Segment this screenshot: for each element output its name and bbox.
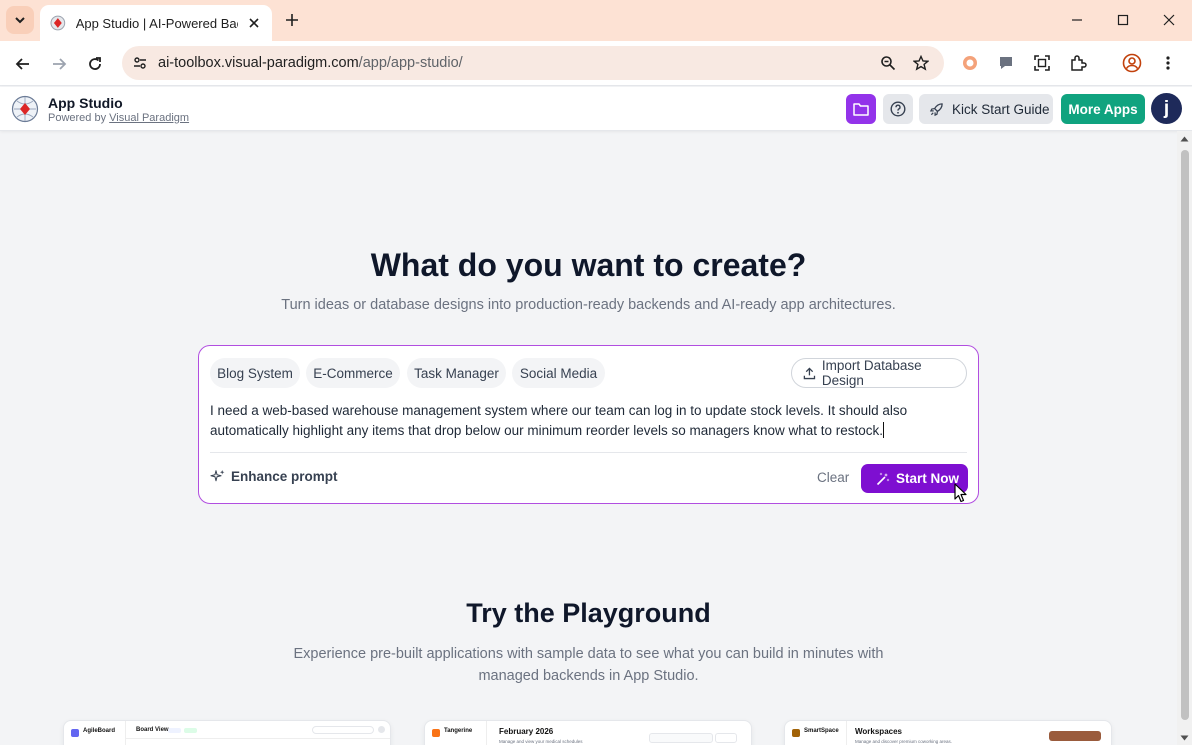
minimize-window-button[interactable] (1062, 8, 1092, 32)
preview-logo (792, 729, 800, 737)
preview-avatar (378, 726, 385, 733)
reload-icon (89, 57, 101, 70)
preview-divider (126, 738, 390, 739)
scrollbar-thumb[interactable] (1181, 150, 1189, 720)
close-tab-icon[interactable] (244, 13, 264, 33)
preview-view-switcher (649, 733, 713, 743)
powered-by: Powered by Visual Paradigm (48, 112, 189, 124)
preview-heading: Workspaces (855, 727, 902, 736)
playground-title: Try the Playground (466, 598, 711, 628)
arrow-right-icon (53, 58, 67, 70)
start-now-label: Start Now (896, 471, 960, 486)
chip-social-media[interactable]: Social Media (512, 358, 605, 388)
tab-search-button[interactable] (6, 6, 34, 34)
start-now-button[interactable]: Start Now (861, 464, 968, 493)
user-avatar[interactable]: j (1151, 93, 1182, 124)
app-studio-favicon-icon (50, 15, 66, 31)
prompt-divider (210, 452, 967, 453)
help-circle-icon (890, 101, 906, 117)
chip-e-commerce[interactable]: E-Commerce (306, 358, 400, 388)
upload-icon (803, 367, 816, 379)
preview-card-agileboard[interactable]: AgileBoard Board View (63, 720, 391, 745)
back-button[interactable] (9, 50, 37, 78)
rocket-icon (929, 102, 943, 116)
reload-button[interactable] (81, 50, 109, 78)
extension-chat-icon[interactable] (996, 53, 1016, 73)
preview-heading: Board View (136, 727, 169, 733)
more-apps-button[interactable]: More Apps (1061, 94, 1145, 124)
projects-folder-button[interactable] (846, 94, 876, 124)
scroll-down-arrow-icon[interactable] (1179, 733, 1190, 743)
preview-subheading: Manage and discover premium coworking ar… (855, 739, 953, 744)
text-caret (883, 422, 885, 438)
preview-app-name: Tangerine (444, 728, 473, 734)
preview-today-button (715, 733, 737, 743)
preview-search-box (312, 726, 374, 734)
preview-card-smartspace[interactable]: SmartSpace Workspaces Manage and discove… (784, 720, 1112, 745)
folder-icon (853, 103, 869, 116)
magic-wand-icon (876, 472, 890, 485)
preview-heading: February 2026 (499, 727, 554, 736)
profile-icon[interactable] (1122, 53, 1142, 73)
preview-action-button (1049, 731, 1101, 741)
import-label: Import Database Design (821, 358, 922, 388)
import-database-design-button[interactable]: Import Database Design (791, 358, 967, 388)
site-info-icon[interactable] (130, 53, 150, 73)
url-host: ai-toolbox.visual-paradigm.com (158, 55, 359, 71)
new-tab-button[interactable] (280, 8, 304, 32)
zoom-icon[interactable] (878, 53, 898, 73)
close-icon (1163, 14, 1175, 26)
chip-blog-system[interactable]: Blog System (210, 358, 300, 388)
preview-logo (71, 729, 79, 737)
clear-button[interactable]: Clear (817, 470, 849, 485)
url-text: ai-toolbox.visual-paradigm.com/app/app-s… (158, 55, 463, 71)
bookmark-star-icon[interactable] (911, 53, 931, 73)
help-button[interactable] (883, 94, 913, 124)
screenshot-icon[interactable] (1032, 53, 1052, 73)
forward-button[interactable] (45, 50, 73, 78)
extension-record-icon[interactable] (960, 53, 980, 73)
browser-toolbar: ai-toolbox.visual-paradigm.com/app/app-s… (0, 41, 1192, 86)
url-path: /app/app-studio/ (358, 55, 463, 71)
enhance-label: Enhance prompt (231, 469, 338, 484)
visual-paradigm-logo-icon[interactable] (11, 95, 39, 123)
minimize-icon (1072, 19, 1082, 21)
maximize-icon (1117, 14, 1129, 26)
plus-icon (286, 14, 298, 26)
prompt-card: Blog System E-Commerce Task Manager Soci… (198, 345, 979, 504)
hero-title: What do you want to create? (370, 247, 807, 283)
app-header: App Studio Powered by Visual Paradigm Ki… (0, 87, 1192, 131)
chip-task-manager[interactable]: Task Manager (407, 358, 506, 388)
close-window-button[interactable] (1154, 8, 1184, 32)
browser-tab-strip: App Studio | AI-Powered Backend (0, 0, 1192, 41)
scroll-up-arrow-icon[interactable] (1179, 134, 1190, 144)
preview-logo (432, 729, 440, 737)
chevron-down-icon (15, 17, 25, 24)
enhance-prompt-button[interactable]: Enhance prompt (210, 469, 338, 484)
extensions-puzzle-icon[interactable] (1068, 53, 1088, 73)
playground-subtitle: Experience pre-built applications with s… (293, 646, 884, 684)
address-bar[interactable]: ai-toolbox.visual-paradigm.com/app/app-s… (122, 46, 944, 80)
hero-subtitle: Turn ideas or database designs into prod… (281, 297, 896, 313)
preview-app-name: AgileBoard (83, 728, 116, 734)
preview-badge (168, 728, 181, 733)
preview-subheading: Manage and view your medical schedules (499, 739, 583, 744)
kick-start-label: Kick Start Guide (952, 101, 1050, 117)
visual-paradigm-link[interactable]: Visual Paradigm (109, 112, 189, 124)
preview-badge (184, 728, 197, 733)
prompt-text: I need a web-based warehouse management … (210, 403, 908, 438)
app-name: App Studio (48, 95, 123, 111)
prompt-textarea[interactable]: I need a web-based warehouse management … (210, 401, 940, 441)
sparkles-icon (210, 469, 225, 482)
preview-app-name: SmartSpace (804, 728, 839, 734)
mouse-cursor-icon (954, 483, 967, 503)
tab-title: App Studio | AI-Powered Backend (75, 15, 239, 31)
powered-by-prefix: Powered by (48, 112, 107, 124)
preview-card-tangerine[interactable]: Tangerine February 2026 Manage and view … (424, 720, 752, 745)
maximize-window-button[interactable] (1108, 8, 1138, 32)
kick-start-guide-button[interactable]: Kick Start Guide (919, 94, 1053, 124)
browser-menu-icon[interactable] (1158, 53, 1178, 73)
browser-tab[interactable]: App Studio | AI-Powered Backend (40, 5, 272, 41)
arrow-left-icon (15, 58, 29, 70)
